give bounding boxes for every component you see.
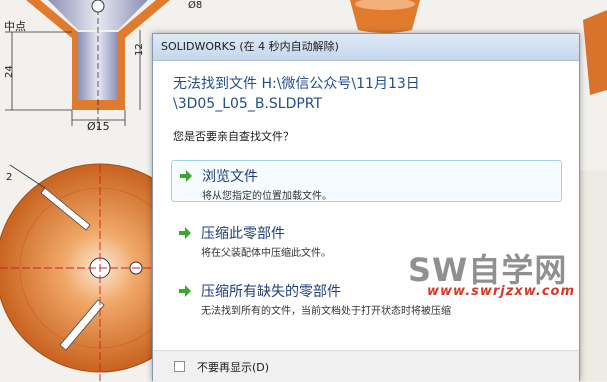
suppress-all-missing-title: 压缩所有缺失的零部件 xyxy=(201,284,341,300)
dialog-title: SOLIDWORKS (在 4 秒内自动解除) xyxy=(153,34,579,61)
main-instruction: 无法找到文件 H:\微信公众号\11月13日 \3D05_L05_B.SLDPR… xyxy=(173,74,568,114)
browse-file-title: 浏览文件 xyxy=(202,169,258,185)
top-right-part xyxy=(350,0,420,33)
suppress-component-desc: 将在父装配体中压缩此文件。 xyxy=(201,248,331,259)
green-arrow-icon xyxy=(180,170,192,182)
content-question: 您是否要亲自查找文件？ xyxy=(173,130,294,143)
watermark-url: www.swrjzxw.com xyxy=(427,284,576,299)
main-instruction-line1: 无法找到文件 H:\微信公众号\11月13日 xyxy=(173,76,420,92)
dont-show-again-checkbox[interactable] xyxy=(174,361,185,372)
dont-show-again-label[interactable]: 不要再显示(D) xyxy=(197,359,269,375)
missing-file-dialog: SOLIDWORKS (在 4 秒内自动解除) 无法找到文件 H:\微信公众号\… xyxy=(152,33,580,382)
suppress-component-title: 压缩此零部件 xyxy=(201,226,285,242)
dialog-footer: 不要再显示(D) xyxy=(153,350,579,382)
browse-file-command[interactable]: 浏览文件 将从您指定的位置加载文件。 xyxy=(171,160,562,202)
main-instruction-line2: \3D05_L05_B.SLDPRT xyxy=(173,96,323,112)
green-arrow-icon xyxy=(179,227,191,239)
suppress-all-missing-desc: 无法找到所有的文件，当前文档处于打开状态时将被压缩 xyxy=(201,306,451,317)
green-arrow-icon xyxy=(179,285,191,297)
dim-24: 24 xyxy=(4,65,15,78)
dim-diameter-15: Ø15 xyxy=(87,120,110,133)
browse-file-desc: 将从您指定的位置加载文件。 xyxy=(202,191,332,202)
dim-12: 12 xyxy=(134,43,145,56)
dim-top: Ø8 xyxy=(188,0,202,11)
dim-2: 2 xyxy=(6,172,12,183)
label-midpoint: 中点 xyxy=(4,20,26,33)
